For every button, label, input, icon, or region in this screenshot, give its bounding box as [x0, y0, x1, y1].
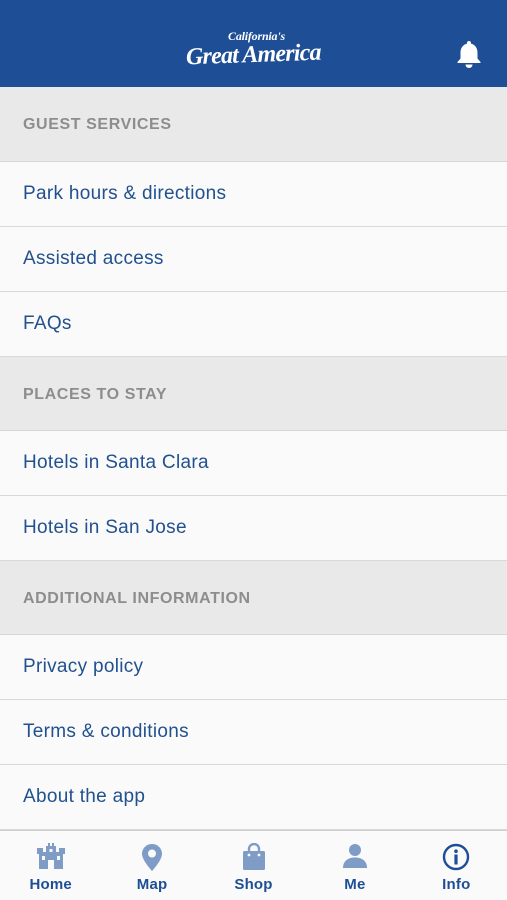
list-item-hotels-santa-clara[interactable]: Hotels in Santa Clara [0, 431, 507, 496]
tab-info-label: Info [442, 876, 471, 893]
list-item-about-app[interactable]: About the app [0, 765, 507, 830]
tab-shop[interactable]: Shop [203, 831, 304, 900]
map-pin-icon [142, 844, 163, 871]
tab-me-label: Me [344, 876, 366, 893]
list-item-hotels-san-jose[interactable]: Hotels in San Jose [0, 496, 507, 561]
list-item-faqs[interactable]: FAQs [0, 292, 507, 357]
section-header-places-to-stay: PLACES TO STAY [0, 357, 507, 431]
tab-info[interactable]: Info [406, 831, 507, 900]
tab-home[interactable]: Home [0, 831, 101, 900]
app-header: California's Great America [0, 0, 507, 87]
bell-icon[interactable] [455, 39, 483, 69]
castle-icon [36, 843, 65, 869]
tab-map[interactable]: Map [101, 831, 202, 900]
tab-shop-label: Shop [234, 876, 273, 893]
app-screen: California's Great America GUEST SERVICE… [0, 0, 507, 900]
logo-title: Great America [185, 39, 322, 71]
section-header-additional-information: ADDITIONAL INFORMATION [0, 561, 507, 635]
list-item-assisted-access[interactable]: Assisted access [0, 227, 507, 292]
list-item-park-hours[interactable]: Park hours & directions [0, 162, 507, 227]
tab-map-label: Map [136, 876, 168, 893]
tab-me[interactable]: Me [304, 831, 405, 900]
section-header-guest-services: GUEST SERVICES [0, 87, 507, 162]
list-item-privacy-policy[interactable]: Privacy policy [0, 635, 507, 700]
person-icon [342, 844, 367, 868]
park-logo: California's Great America [0, 30, 507, 71]
tab-home-label: Home [29, 876, 72, 893]
info-list: GUEST SERVICES Park hours & directions A… [0, 87, 507, 830]
tab-bar: Home Map Shop Me Info [0, 830, 507, 900]
list-item-terms[interactable]: Terms & conditions [0, 700, 507, 765]
shopping-bag-icon [242, 843, 265, 870]
info-icon [443, 843, 470, 871]
